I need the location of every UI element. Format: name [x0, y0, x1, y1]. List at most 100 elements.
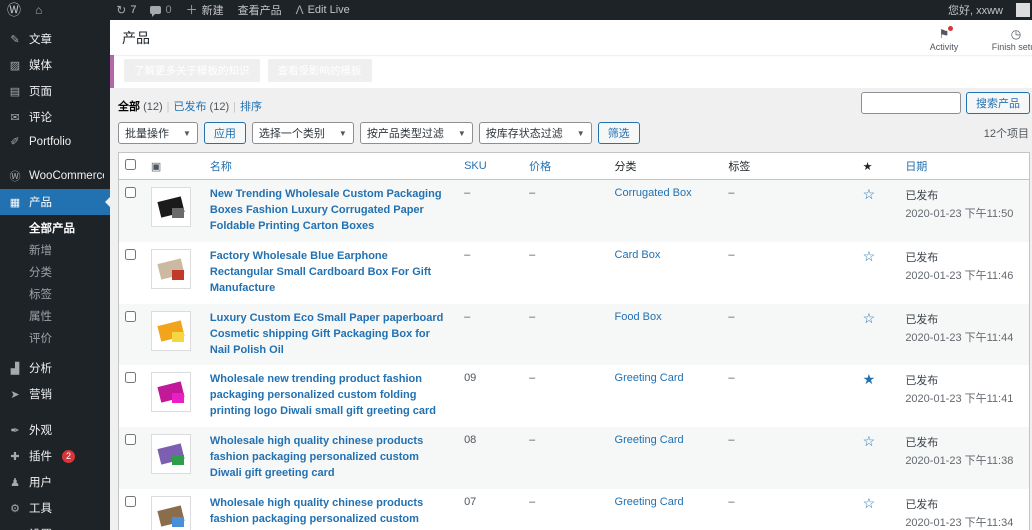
sidebar-item-comments[interactable]: ✉评论: [0, 104, 110, 130]
row-checkbox[interactable]: [125, 372, 136, 383]
filter-select[interactable]: 选择一个类别▼: [252, 122, 354, 144]
sidebar-item-analytics[interactable]: ▟分析: [0, 355, 110, 381]
row-checkbox-cell: [119, 180, 145, 242]
tools-icon: ⚙: [8, 502, 22, 515]
sidebar-item-settings[interactable]: ▣设置: [0, 521, 110, 530]
notification-dot: [948, 26, 953, 31]
row-checkbox[interactable]: [125, 249, 136, 260]
learn-templates-button[interactable]: 了解更多关于模板的知识: [124, 59, 260, 82]
sidebar-item-tools[interactable]: ⚙工具: [0, 495, 110, 521]
row-sku-cell: –: [458, 304, 523, 366]
table-row: Wholesale high quality chinese products …: [119, 427, 1030, 489]
comments-menu[interactable]: 0: [143, 0, 178, 20]
product-thumbnail[interactable]: [151, 496, 191, 530]
row-checkbox[interactable]: [125, 311, 136, 322]
row-tags-cell: –: [722, 242, 856, 304]
featured-star-outline-icon[interactable]: ☆: [863, 248, 876, 264]
apply-button[interactable]: 应用: [204, 122, 246, 144]
row-sku-cell: –: [458, 242, 523, 304]
category-link[interactable]: Corrugated Box: [615, 187, 692, 199]
category-link[interactable]: Greeting Card: [615, 496, 684, 508]
view-link[interactable]: 全部: [118, 101, 140, 113]
category-link[interactable]: Greeting Card: [615, 434, 684, 446]
category-link[interactable]: Card Box: [615, 249, 661, 261]
row-checkbox[interactable]: [125, 496, 136, 507]
account-menu[interactable]: 您好, xxww: [941, 0, 1010, 20]
publish-date: 2020-01-23 下午11:41: [905, 390, 1023, 406]
product-title-link[interactable]: Factory Wholesale Blue Earphone Rectangu…: [210, 249, 452, 297]
view-product-link[interactable]: 查看产品: [231, 0, 289, 20]
sort-by-name[interactable]: 名称: [210, 161, 232, 173]
product-thumbnail[interactable]: [151, 311, 191, 351]
clock-icon: ◷: [1011, 27, 1021, 41]
sidebar-item-woocommerce[interactable]: ⓌWooCommerce: [0, 163, 110, 189]
edit-live-link[interactable]: Λ Edit Live: [289, 0, 357, 20]
product-thumbnail[interactable]: [151, 249, 191, 289]
featured-star-filled-icon[interactable]: ★: [863, 371, 876, 387]
select-all-checkbox[interactable]: [125, 159, 136, 170]
product-title-link[interactable]: New Trending Wholesale Custom Packaging …: [210, 187, 452, 235]
sidebar-item-label: 插件: [29, 448, 52, 464]
submenu-item[interactable]: 评价: [0, 327, 110, 349]
row-checkbox-cell: [119, 304, 145, 366]
sidebar-item-pages[interactable]: ▤页面: [0, 78, 110, 104]
row-checkbox[interactable]: [125, 187, 136, 198]
sidebar-item-media[interactable]: ▨媒体: [0, 52, 110, 78]
product-title-link[interactable]: Wholesale high quality chinese products …: [210, 434, 452, 482]
updates-menu[interactable]: ↻ 7: [109, 0, 143, 20]
sort-by-sku[interactable]: SKU: [464, 160, 487, 172]
sidebar-item-appearance[interactable]: ✒外观: [0, 417, 110, 443]
product-thumbnail[interactable]: [151, 372, 191, 412]
sort-by-price[interactable]: 价格: [529, 161, 551, 173]
sidebar-item-posts[interactable]: ✎文章: [0, 26, 110, 52]
row-checkbox[interactable]: [125, 434, 136, 445]
submenu-item[interactable]: 分类: [0, 261, 110, 283]
woocommerce-icon: Ⓦ: [8, 168, 22, 184]
submenu-item[interactable]: 新增: [0, 239, 110, 261]
sidebar-item-users[interactable]: ♟用户: [0, 469, 110, 495]
view-count: (12): [143, 101, 163, 113]
finish-setup-button[interactable]: ◷ Finish setup: [988, 27, 1032, 51]
bulk-actions-select[interactable]: 批量操作 ▼: [118, 122, 198, 144]
view-affected-templates-button[interactable]: 查看受影响的模板: [268, 59, 372, 82]
featured-column-header: ★: [863, 161, 873, 173]
featured-star-outline-icon[interactable]: ☆: [863, 495, 876, 511]
filter-select[interactable]: 按产品类型过滤▼: [360, 122, 473, 144]
product-thumbnail[interactable]: [151, 187, 191, 227]
search-input[interactable]: [861, 92, 961, 114]
category-link[interactable]: Greeting Card: [615, 372, 684, 384]
row-price-cell: –: [523, 365, 608, 427]
featured-star-outline-icon[interactable]: ☆: [863, 433, 876, 449]
home-icon[interactable]: ⌂: [28, 0, 49, 20]
view-link[interactable]: 已发布: [173, 101, 206, 113]
row-name-cell: Luxury Custom Eco Small Paper paperboard…: [204, 304, 458, 366]
filter-select[interactable]: 按库存状态过滤▼: [479, 122, 592, 144]
product-title-link[interactable]: Wholesale high quality chinese products …: [210, 496, 452, 530]
category-link[interactable]: Food Box: [615, 311, 662, 323]
row-price-cell: –: [523, 242, 608, 304]
products-table-body: New Trending Wholesale Custom Packaging …: [119, 180, 1030, 530]
new-content-menu[interactable]: ＋ 新建: [179, 0, 231, 20]
sidebar-item-portfolio[interactable]: ✐Portfolio: [0, 130, 110, 153]
submenu-item[interactable]: 全部产品: [0, 217, 110, 239]
product-thumbnail[interactable]: [151, 434, 191, 474]
search-products-button[interactable]: 搜索产品: [966, 92, 1030, 114]
sidebar-item-plugins[interactable]: ✚插件2: [0, 443, 110, 469]
featured-star-outline-icon[interactable]: ☆: [863, 310, 876, 326]
posts-icon: ✎: [8, 33, 22, 46]
avatar[interactable]: [1016, 3, 1030, 17]
filter-button[interactable]: 筛选: [598, 122, 640, 144]
submenu-item[interactable]: 标签: [0, 283, 110, 305]
sort-by-date[interactable]: 日期: [905, 161, 927, 173]
wordpress-logo-icon[interactable]: Ⓦ: [0, 0, 28, 20]
sidebar-item-products[interactable]: ▦产品: [0, 189, 110, 215]
pages-icon: ▤: [8, 85, 22, 98]
view-link[interactable]: 排序: [240, 101, 262, 113]
product-title-link[interactable]: Luxury Custom Eco Small Paper paperboard…: [210, 311, 452, 359]
sidebar-item-marketing[interactable]: ➤营销: [0, 381, 110, 407]
featured-star-outline-icon[interactable]: ☆: [863, 186, 876, 202]
publish-status: 已发布: [905, 311, 1023, 327]
submenu-item[interactable]: 属性: [0, 305, 110, 327]
activity-button[interactable]: ⚑ Activity: [916, 27, 972, 51]
product-title-link[interactable]: Wholesale new trending product fashion p…: [210, 372, 452, 420]
